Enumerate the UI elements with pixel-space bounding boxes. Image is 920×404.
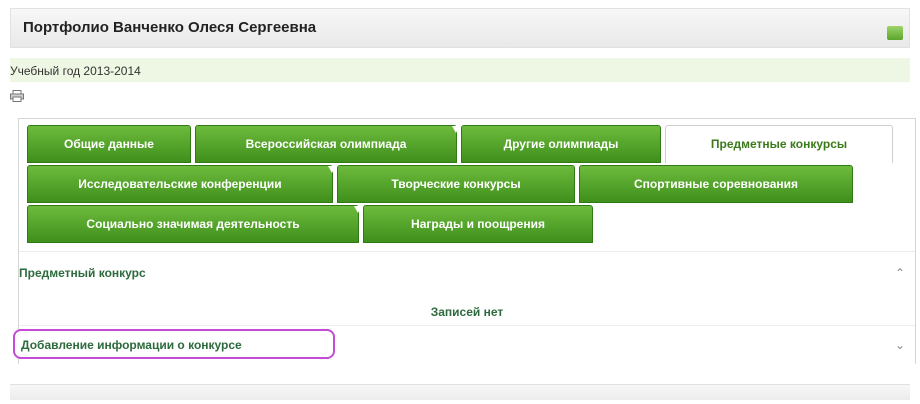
footer-bar	[10, 384, 910, 400]
tab-sports-competitions[interactable]: Спортивные соревнования	[579, 165, 853, 203]
subject-contest-section-header[interactable]: Предметный конкурс ⌃	[19, 251, 915, 295]
chevron-up-icon[interactable]: ⌃	[895, 266, 905, 280]
tab-notch	[354, 206, 362, 213]
page-header: Портфолио Ванченко Олеся Сергеевна	[10, 8, 910, 48]
tab-creative-contests[interactable]: Творческие конкурсы	[337, 165, 575, 203]
add-info-title: Добавление информации о конкурсе	[21, 338, 242, 352]
tab-subject-contests[interactable]: Предметные конкурсы	[665, 125, 893, 163]
tab-bar: Общие данные Всероссийская олимпиада Дру…	[19, 119, 915, 245]
tab-general-data[interactable]: Общие данные	[27, 125, 191, 163]
tab-other-olympiads[interactable]: Другие олимпиады	[461, 125, 661, 163]
subject-contest-title: Предметный конкурс	[19, 266, 146, 280]
tab-all-russian-olympiad[interactable]: Всероссийская олимпиада	[195, 125, 460, 163]
print-icon[interactable]	[10, 90, 24, 102]
school-year-bar: Учебный год 2013-2014	[10, 58, 910, 82]
chevron-down-icon[interactable]: ⌄	[895, 338, 905, 352]
school-year-label: Учебный год 2013-2014	[10, 64, 141, 78]
page-title: Портфолио Ванченко Олеся Сергеевна	[23, 19, 317, 36]
tab-notch	[452, 126, 460, 133]
no-records-text: Записей нет	[430, 305, 504, 319]
tab-notch	[328, 166, 336, 173]
portfolio-panel: Общие данные Всероссийская олимпиада Дру…	[13, 118, 916, 365]
green-flag-icon	[887, 26, 903, 40]
tab-social-activity[interactable]: Социально значимая деятельность	[27, 205, 362, 243]
tab-awards[interactable]: Награды и поощрения	[363, 205, 593, 243]
tab-research-conferences[interactable]: Исследовательские конференции	[27, 165, 336, 203]
add-info-highlight[interactable]: Добавление информации о конкурсе	[13, 329, 335, 359]
